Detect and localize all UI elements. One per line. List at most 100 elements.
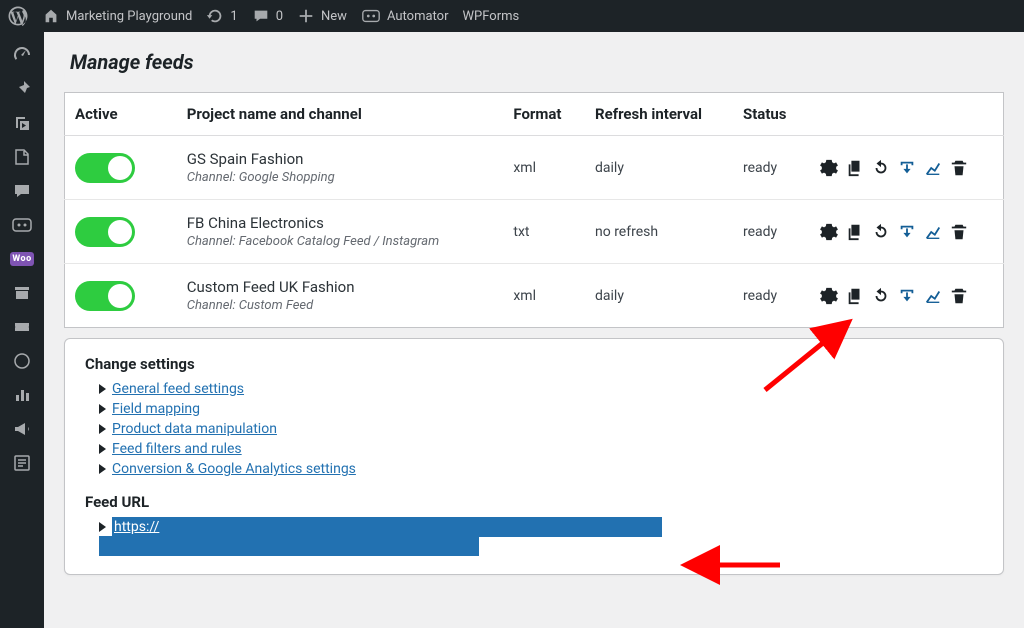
comments-count[interactable]: 0 — [252, 7, 283, 25]
trash-icon[interactable] — [950, 159, 968, 177]
refresh-cell: daily — [585, 264, 733, 328]
dashboard-icon — [12, 45, 32, 65]
sidebar-coupons[interactable] — [0, 310, 44, 344]
gear-icon[interactable] — [820, 223, 838, 241]
robot-icon — [11, 217, 33, 233]
download-icon[interactable] — [898, 159, 916, 177]
copy-icon[interactable] — [846, 223, 864, 241]
project-name: Custom Feed UK Fashion — [187, 278, 494, 296]
format-cell: xml — [503, 136, 585, 200]
main-content: Manage feeds Active Project name and cha… — [44, 32, 1024, 628]
format-cell: txt — [503, 200, 585, 264]
copy-icon[interactable] — [846, 159, 864, 177]
table-row: FB China ElectronicsChannel: Facebook Ca… — [65, 200, 1004, 264]
triangle-icon — [99, 424, 106, 434]
row-actions — [820, 159, 993, 177]
download-icon[interactable] — [898, 287, 916, 305]
settings-link[interactable]: Conversion & Google Analytics settings — [112, 461, 356, 477]
archive-icon — [12, 283, 32, 303]
triangle-icon — [99, 404, 106, 414]
settings-panel: Change settings General feed settings Fie… — [64, 338, 1004, 575]
header-active: Active — [65, 93, 177, 136]
sidebar-posts[interactable] — [0, 72, 44, 106]
sidebar-products[interactable] — [0, 276, 44, 310]
new-content[interactable]: New — [297, 7, 347, 25]
status-cell: ready — [733, 136, 810, 200]
triangle-icon — [99, 384, 106, 394]
settings-link[interactable]: Feed filters and rules — [112, 441, 242, 457]
sidebar-comments[interactable] — [0, 174, 44, 208]
ticket-icon — [12, 317, 32, 337]
comment-icon — [252, 7, 270, 25]
wordpress-icon — [8, 6, 28, 26]
project-channel: Channel: Google Shopping — [187, 170, 494, 185]
chart-icon[interactable] — [924, 223, 942, 241]
refresh-icon[interactable] — [872, 159, 890, 177]
header-status: Status — [733, 93, 810, 136]
settings-link[interactable]: Field mapping — [112, 401, 200, 417]
change-settings-title: Change settings — [85, 355, 983, 373]
trash-icon[interactable] — [950, 287, 968, 305]
sidebar-stats[interactable] — [0, 378, 44, 412]
wp-logo[interactable] — [8, 6, 28, 26]
refresh-icon[interactable] — [872, 287, 890, 305]
pages-icon — [12, 147, 32, 167]
settings-link-item: Feed filters and rules — [85, 439, 983, 459]
media-icon — [12, 113, 32, 133]
chart-icon[interactable] — [924, 159, 942, 177]
home-icon — [42, 7, 60, 25]
sidebar-dashboard[interactable] — [0, 38, 44, 72]
form-icon — [12, 453, 32, 473]
sidebar-marketing[interactable] — [0, 412, 44, 446]
refresh-icon — [206, 7, 224, 25]
circle-icon — [12, 351, 32, 371]
active-toggle[interactable] — [75, 217, 135, 247]
admin-bar: Marketing Playground 1 0 New Automator W… — [0, 0, 1024, 32]
woo-badge: Woo — [10, 252, 33, 266]
table-row: Custom Feed UK Fashion Channel: Custom Fe… — [65, 264, 1004, 328]
refresh-cell: no refresh — [585, 200, 733, 264]
sidebar-pages[interactable] — [0, 140, 44, 174]
header-refresh: Refresh interval — [585, 93, 733, 136]
triangle-icon — [99, 464, 106, 474]
sidebar-forms[interactable] — [0, 446, 44, 480]
sidebar-woocommerce[interactable]: Woo — [0, 242, 44, 276]
refresh-count[interactable]: 1 — [206, 7, 237, 25]
chart-icon[interactable] — [924, 287, 942, 305]
wpforms-link[interactable]: WPForms — [463, 9, 520, 24]
sidebar-analytics[interactable] — [0, 344, 44, 378]
trash-icon[interactable] — [950, 223, 968, 241]
refresh-cell: daily — [585, 136, 733, 200]
row-actions — [820, 287, 993, 305]
active-toggle[interactable] — [75, 153, 135, 183]
sidebar-automator[interactable] — [0, 208, 44, 242]
gear-icon[interactable] — [820, 287, 838, 305]
status-cell: ready — [733, 264, 810, 328]
settings-link-item: Field mapping — [85, 399, 983, 419]
project-name: GS Spain Fashion — [187, 150, 494, 168]
feeds-table: Active Project name and channel Format R… — [64, 92, 1004, 328]
status-cell: ready — [733, 200, 810, 264]
feed-url-title: Feed URL — [85, 493, 983, 511]
feed-url-link[interactable]: https:// — [114, 519, 159, 535]
sidebar-media[interactable] — [0, 106, 44, 140]
automator-link[interactable]: Automator — [361, 8, 449, 24]
settings-link-item: Product data manipulation — [85, 419, 983, 439]
refresh-icon[interactable] — [872, 223, 890, 241]
site-home[interactable]: Marketing Playground — [42, 7, 192, 25]
settings-link[interactable]: General feed settings — [112, 381, 244, 397]
header-actions — [810, 93, 1004, 136]
copy-icon[interactable] — [846, 287, 864, 305]
megaphone-icon — [12, 419, 32, 439]
project-channel: Channel: Custom Feed — [187, 298, 494, 313]
header-format: Format — [503, 93, 585, 136]
settings-link[interactable]: Product data manipulation — [112, 421, 277, 437]
header-project: Project name and channel — [177, 93, 504, 136]
active-toggle[interactable] — [75, 281, 135, 311]
download-icon[interactable] — [898, 223, 916, 241]
plus-icon — [297, 7, 315, 25]
triangle-icon — [99, 522, 106, 532]
table-row: GS Spain Fashion Channel: Google Shopping… — [65, 136, 1004, 200]
gear-icon[interactable] — [820, 159, 838, 177]
admin-sidebar: Woo — [0, 32, 44, 628]
